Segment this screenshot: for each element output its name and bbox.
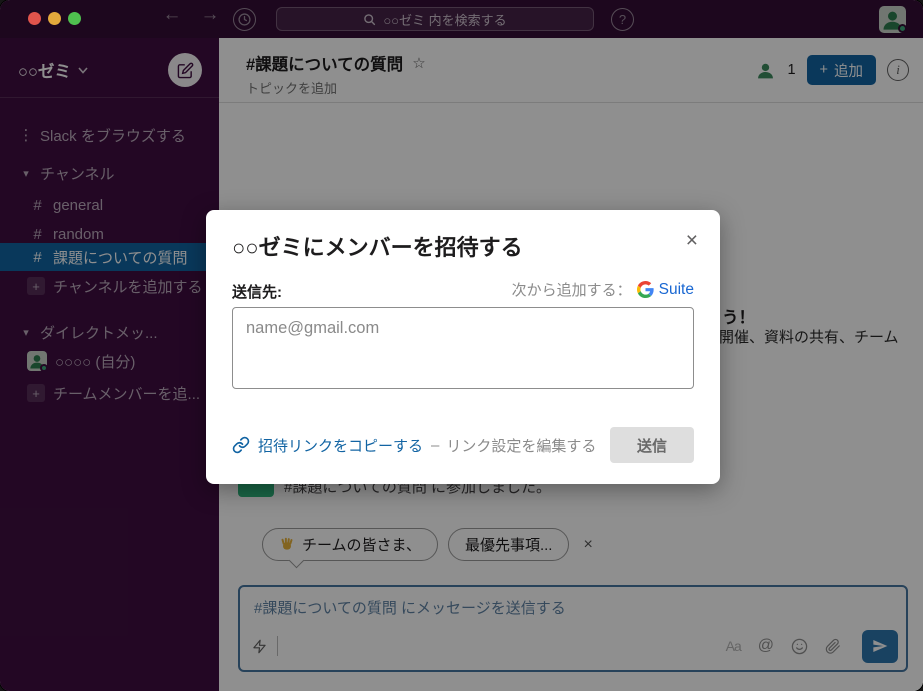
google-g-icon bbox=[637, 281, 654, 298]
close-icon[interactable]: × bbox=[686, 230, 698, 251]
link-icon bbox=[232, 436, 250, 454]
add-from-label: 次から追加する： bbox=[512, 279, 632, 300]
invite-members-modal: ○○ゼミにメンバーを招待する × 送信先: 次から追加する： Suite 招待リ… bbox=[206, 210, 720, 484]
copy-invite-link[interactable]: 招待リンクをコピーする bbox=[232, 435, 423, 456]
submit-invite-button[interactable]: 送信 bbox=[610, 427, 694, 463]
slack-window: ← → ○○ゼミ 内を検索する ? ○○ゼミ bbox=[0, 0, 923, 691]
separator: – bbox=[431, 437, 439, 454]
copy-link-label: 招待リンクをコピーする bbox=[258, 435, 423, 456]
edit-link-settings[interactable]: リンク設定を編集する bbox=[446, 435, 596, 456]
send-to-label: 送信先: bbox=[232, 281, 282, 302]
traffic-light-zoom[interactable] bbox=[68, 12, 81, 25]
invite-email-input[interactable] bbox=[232, 307, 694, 389]
traffic-light-minimize[interactable] bbox=[48, 12, 61, 25]
modal-title: ○○ゼミにメンバーを招待する bbox=[232, 230, 523, 262]
gsuite-link[interactable]: Suite bbox=[659, 281, 694, 299]
traffic-light-close[interactable] bbox=[28, 12, 41, 25]
